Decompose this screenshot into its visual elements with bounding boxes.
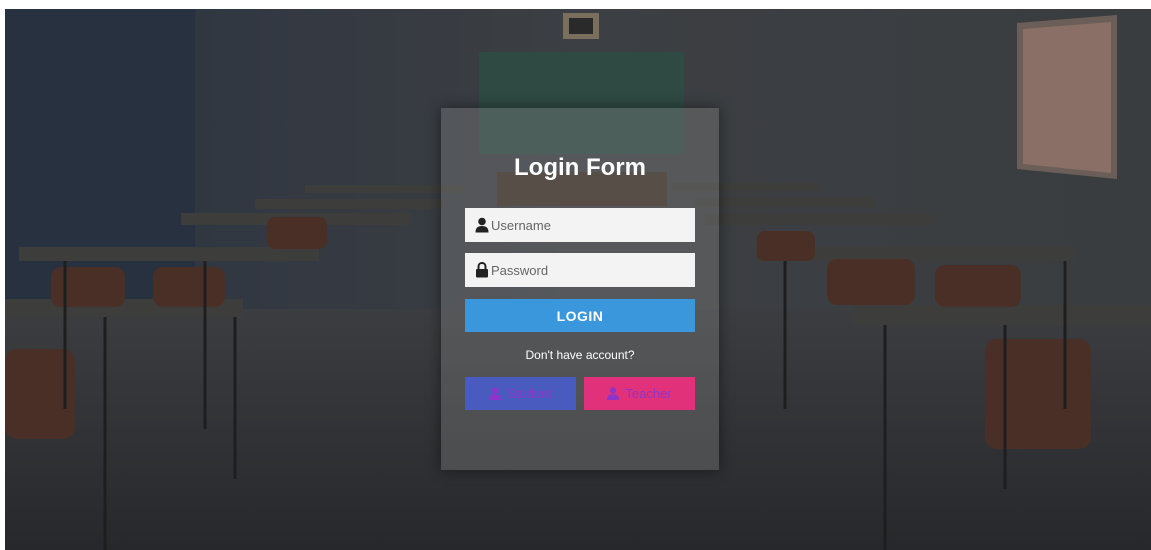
username-input[interactable]: [491, 208, 691, 242]
user-icon: [489, 387, 502, 400]
page-background: Login Form LOGIN Don't have account? Stu…: [5, 9, 1151, 550]
login-panel: Login Form LOGIN Don't have account? Stu…: [441, 108, 719, 470]
user-icon: [475, 217, 489, 233]
lock-icon: [476, 262, 488, 278]
signup-prompt: Don't have account?: [525, 348, 635, 362]
form-title: Login Form: [514, 154, 646, 181]
teacher-label: Teacher: [625, 386, 672, 401]
user-icon: [607, 387, 620, 400]
login-button[interactable]: LOGIN: [465, 299, 695, 332]
student-signup-button[interactable]: Student: [465, 377, 576, 410]
student-label: Student: [507, 386, 552, 401]
username-field[interactable]: [465, 208, 695, 242]
password-field[interactable]: [465, 253, 695, 287]
password-input[interactable]: [491, 253, 691, 287]
teacher-signup-button[interactable]: Teacher: [584, 377, 695, 410]
